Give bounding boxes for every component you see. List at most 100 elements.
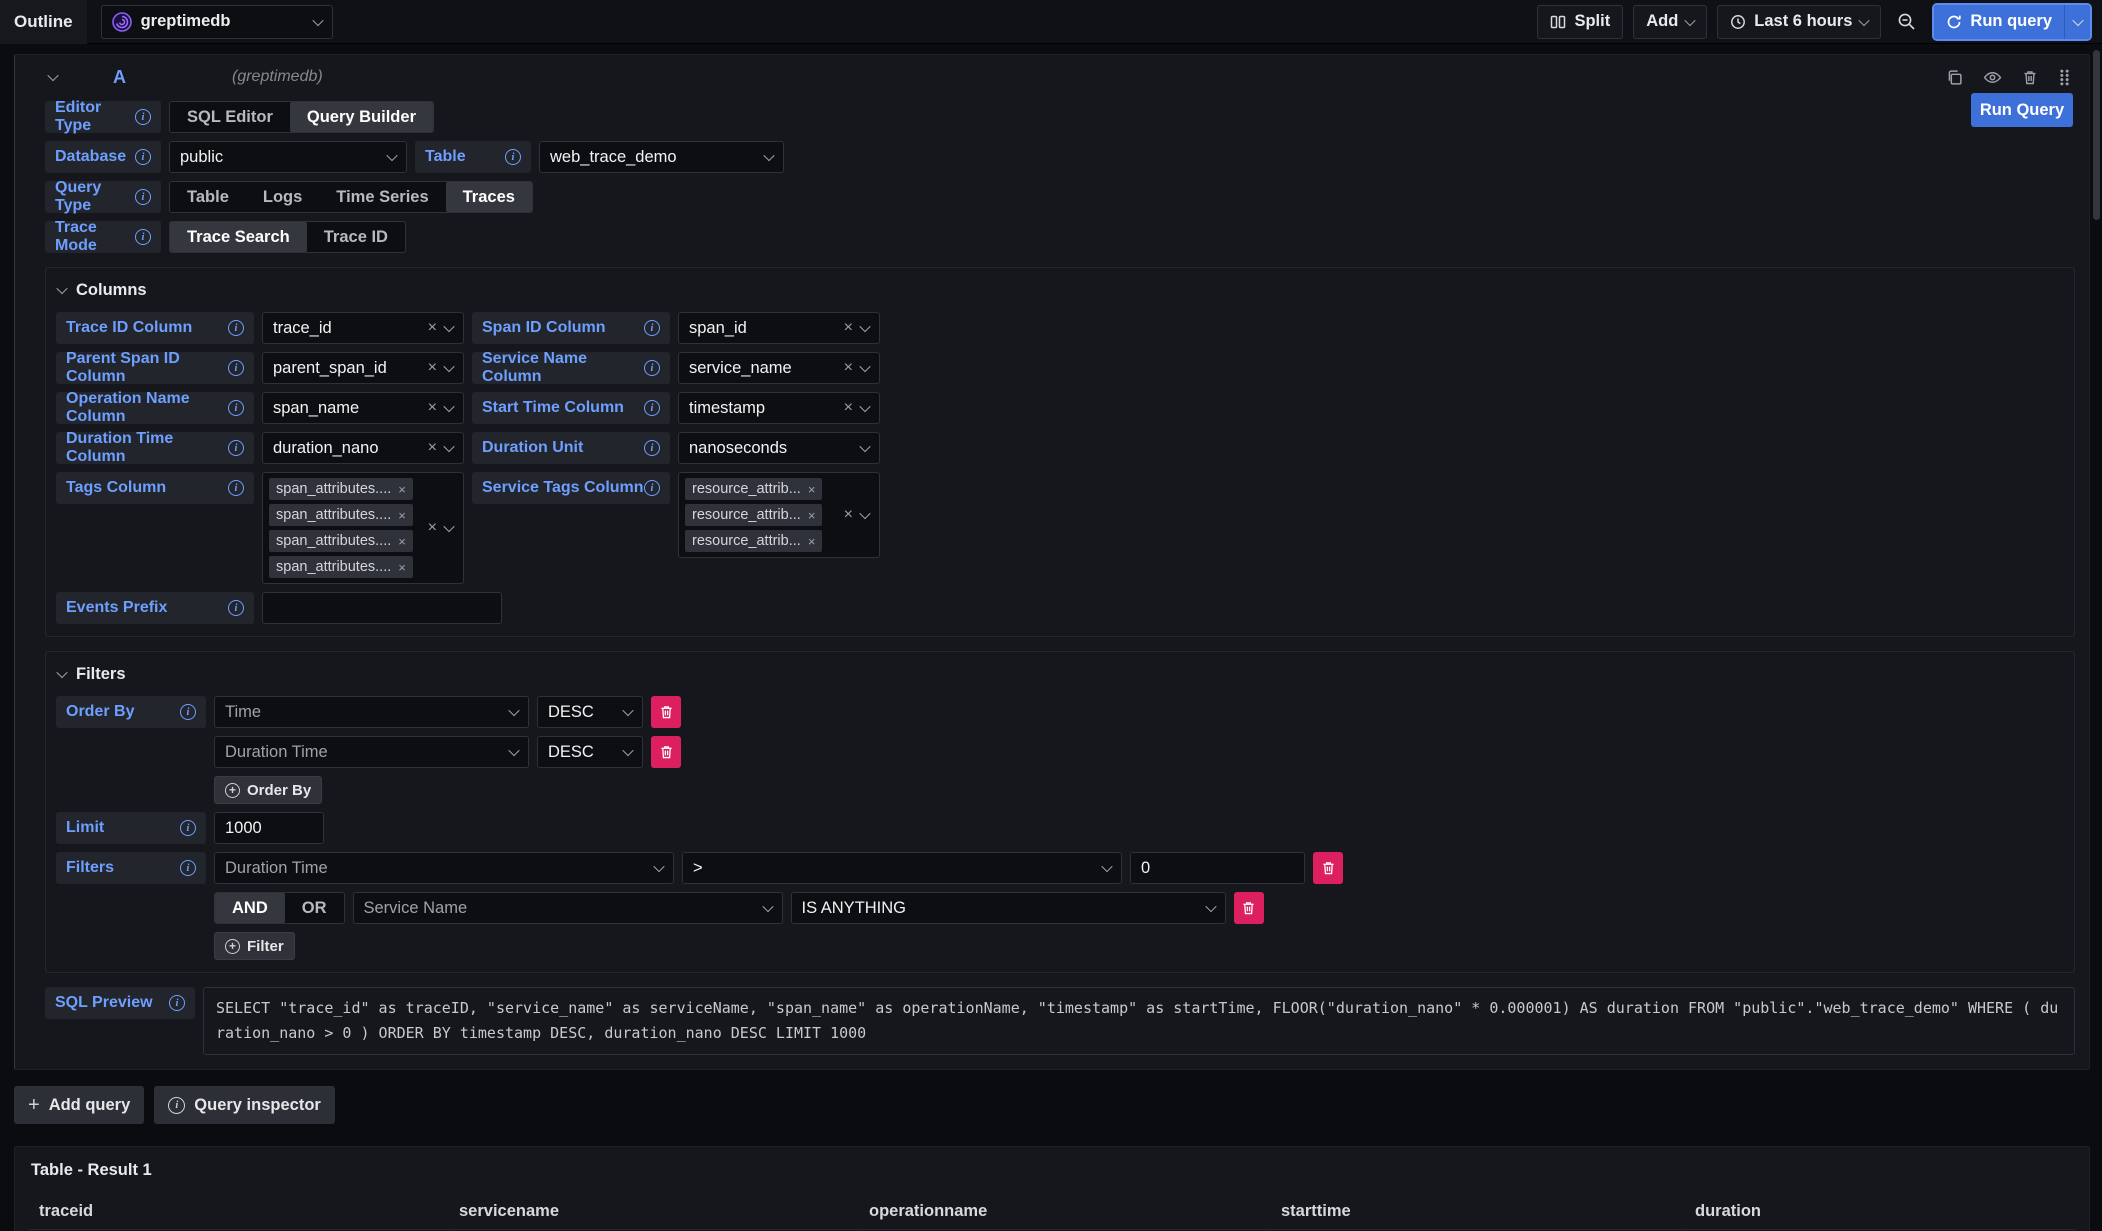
- add-query-button[interactable]: + Add query: [14, 1086, 144, 1124]
- operation-name-column-select[interactable]: span_name ×: [262, 392, 464, 424]
- order-by-direction-select[interactable]: DESC: [537, 696, 643, 728]
- segment-and[interactable]: AND: [215, 893, 285, 923]
- clear-all-icon[interactable]: ×: [844, 507, 853, 523]
- clear-icon[interactable]: ×: [844, 360, 853, 376]
- info-icon[interactable]: [228, 400, 244, 416]
- limit-input[interactable]: 1000: [214, 812, 324, 844]
- column-header-traceid[interactable]: traceid: [29, 1194, 449, 1230]
- filter-field-select[interactable]: Service Name: [353, 892, 783, 924]
- info-icon[interactable]: [644, 480, 660, 496]
- segment-traces[interactable]: Traces: [446, 182, 532, 212]
- delete-query-icon[interactable]: [2022, 69, 2038, 86]
- info-icon[interactable]: [228, 480, 244, 496]
- clear-icon[interactable]: ×: [428, 440, 437, 456]
- start-time-column-select[interactable]: timestamp ×: [678, 392, 880, 424]
- add-dropdown[interactable]: Add: [1633, 5, 1707, 39]
- info-icon[interactable]: [135, 149, 151, 165]
- scrollbar-thumb[interactable]: [2093, 50, 2100, 220]
- info-icon[interactable]: [135, 109, 151, 125]
- columns-section-header[interactable]: Columns: [56, 276, 2064, 304]
- info-icon[interactable]: [135, 229, 151, 245]
- query-ref-id[interactable]: A: [113, 67, 126, 88]
- clear-icon[interactable]: ×: [428, 400, 437, 416]
- column-header-operationname[interactable]: operationname: [859, 1194, 1271, 1230]
- info-icon[interactable]: [644, 320, 660, 336]
- span-id-column-select[interactable]: span_id ×: [678, 312, 880, 344]
- run-query-button[interactable]: Run query: [1934, 5, 2064, 39]
- info-icon[interactable]: [228, 360, 244, 376]
- drag-handle-grip-icon[interactable]: [2058, 69, 2071, 86]
- table-select[interactable]: web_trace_demo: [539, 141, 784, 173]
- filters-section-header[interactable]: Filters: [56, 660, 2064, 688]
- add-order-by-button[interactable]: Order By: [214, 776, 322, 804]
- segment-trace-id[interactable]: Trace ID: [307, 222, 405, 252]
- filter-value-input[interactable]: 0: [1130, 852, 1305, 884]
- order-by-direction-select[interactable]: DESC: [537, 736, 643, 768]
- remove-chip-icon[interactable]: ×: [808, 483, 816, 496]
- time-range-picker[interactable]: Last 6 hours: [1717, 5, 1881, 39]
- remove-filter-button[interactable]: [1234, 892, 1264, 924]
- info-icon[interactable]: [644, 360, 660, 376]
- split-button[interactable]: Split: [1537, 5, 1623, 39]
- info-icon[interactable]: [228, 600, 244, 616]
- order-by-field-select[interactable]: Time: [214, 696, 529, 728]
- remove-chip-icon[interactable]: ×: [398, 561, 406, 574]
- info-icon[interactable]: [505, 149, 521, 165]
- run-query-options-caret[interactable]: [2064, 5, 2090, 39]
- info-icon[interactable]: [644, 440, 660, 456]
- collapse-query-chevron-icon[interactable]: [47, 70, 58, 81]
- segment-table[interactable]: Table: [170, 182, 246, 212]
- info-icon[interactable]: [180, 704, 196, 720]
- info-icon[interactable]: [135, 189, 151, 205]
- segment-trace-search[interactable]: Trace Search: [170, 222, 307, 252]
- clear-icon[interactable]: ×: [844, 400, 853, 416]
- segment-or[interactable]: OR: [285, 893, 344, 923]
- remove-order-by-button[interactable]: [651, 696, 681, 728]
- add-filter-button[interactable]: Filter: [214, 932, 295, 960]
- info-icon[interactable]: [644, 400, 660, 416]
- segment-logs[interactable]: Logs: [246, 182, 319, 212]
- tags-column-multiselect[interactable]: span_attributes.... × span_attributes...…: [262, 472, 464, 584]
- remove-chip-icon[interactable]: ×: [398, 483, 406, 496]
- column-header-servicename[interactable]: servicename: [449, 1194, 859, 1230]
- column-header-starttime[interactable]: starttime: [1271, 1194, 1685, 1230]
- datasource-picker[interactable]: greptimedb: [101, 5, 333, 39]
- outline-button[interactable]: Outline: [0, 0, 87, 44]
- duplicate-query-icon[interactable]: [1946, 69, 1963, 86]
- events-prefix-input[interactable]: [262, 592, 502, 624]
- segment-time-series[interactable]: Time Series: [319, 182, 445, 212]
- run-query-button-inline[interactable]: Run Query: [1971, 93, 2073, 127]
- clear-icon[interactable]: ×: [428, 320, 437, 336]
- info-icon[interactable]: [169, 995, 185, 1011]
- query-inspector-button[interactable]: Query inspector: [154, 1086, 335, 1124]
- remove-chip-icon[interactable]: ×: [808, 509, 816, 522]
- remove-chip-icon[interactable]: ×: [398, 535, 406, 548]
- remove-chip-icon[interactable]: ×: [398, 509, 406, 522]
- remove-filter-button[interactable]: [1313, 852, 1343, 884]
- clear-icon[interactable]: ×: [844, 320, 853, 336]
- clear-all-icon[interactable]: ×: [428, 520, 437, 536]
- zoom-out-button[interactable]: [1891, 5, 1922, 39]
- remove-order-by-button[interactable]: [651, 736, 681, 768]
- filter-operator-select[interactable]: IS ANYTHING: [791, 892, 1226, 924]
- filter-field-select[interactable]: Duration Time: [214, 852, 674, 884]
- service-tags-column-multiselect[interactable]: resource_attrib... × resource_attrib... …: [678, 472, 880, 558]
- duration-unit-select[interactable]: nanoseconds: [678, 432, 880, 464]
- info-icon[interactable]: [180, 860, 196, 876]
- toggle-visibility-eye-icon[interactable]: [1983, 69, 2002, 86]
- duration-time-column-select[interactable]: duration_nano ×: [262, 432, 464, 464]
- info-icon[interactable]: [228, 320, 244, 336]
- parent-span-id-column-select[interactable]: parent_span_id ×: [262, 352, 464, 384]
- segment-sql-editor[interactable]: SQL Editor: [170, 102, 290, 132]
- clear-icon[interactable]: ×: [428, 360, 437, 376]
- remove-chip-icon[interactable]: ×: [808, 535, 816, 548]
- column-header-duration[interactable]: duration: [1685, 1194, 2075, 1230]
- service-name-column-select[interactable]: service_name ×: [678, 352, 880, 384]
- filter-operator-select[interactable]: >: [682, 852, 1122, 884]
- trace-id-column-select[interactable]: trace_id ×: [262, 312, 464, 344]
- info-icon[interactable]: [228, 440, 244, 456]
- info-icon[interactable]: [180, 820, 196, 836]
- database-select[interactable]: public: [169, 141, 407, 173]
- segment-query-builder[interactable]: Query Builder: [290, 102, 433, 132]
- order-by-field-select[interactable]: Duration Time: [214, 736, 529, 768]
